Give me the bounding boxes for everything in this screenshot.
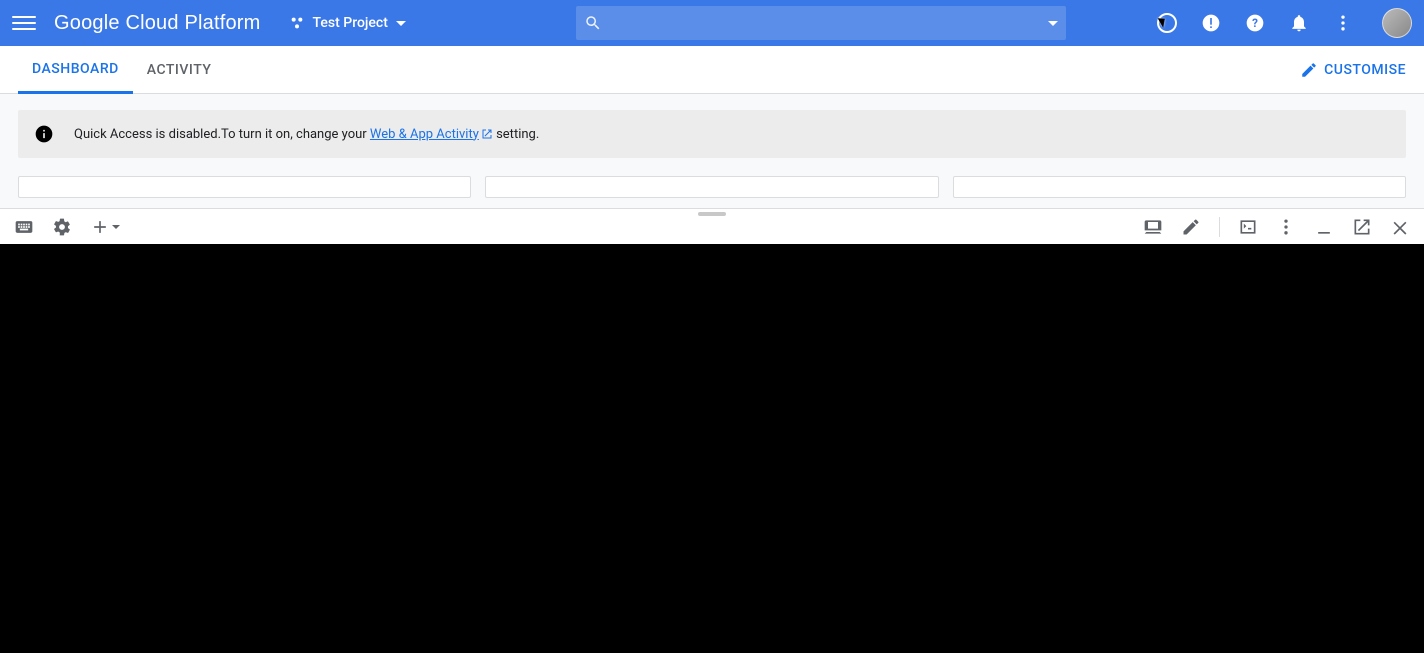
project-selector[interactable]: Test Project	[279, 9, 416, 37]
dashboard-card[interactable]	[485, 176, 938, 198]
search-input[interactable]	[610, 15, 1040, 31]
open-new-window-button[interactable]	[1352, 217, 1372, 237]
more-vert-icon	[1276, 217, 1296, 237]
chevron-down-icon	[396, 21, 406, 26]
top-header: Google Cloud Platform Test Project ?	[0, 0, 1424, 46]
close-icon	[1390, 217, 1410, 237]
cloud-shell-button[interactable]	[1156, 12, 1178, 34]
settings-button[interactable]	[52, 217, 72, 237]
search-dropdown-icon[interactable]	[1048, 21, 1058, 26]
dashboard-cards	[18, 176, 1406, 198]
search-icon	[584, 14, 602, 32]
banner-text-after: setting.	[493, 127, 539, 142]
laptop-icon	[1143, 217, 1163, 237]
bell-icon	[1289, 13, 1309, 33]
more-vert-icon	[1333, 13, 1353, 33]
search-box[interactable]	[576, 6, 1066, 40]
dashboard-card[interactable]	[953, 176, 1406, 198]
alerts-button[interactable]	[1200, 12, 1222, 34]
account-avatar[interactable]	[1382, 8, 1412, 38]
project-icon	[289, 15, 305, 31]
shell-more-button[interactable]	[1276, 217, 1296, 237]
dashboard-content: Quick Access is disabled.To turn it on, …	[0, 94, 1424, 208]
alert-icon	[1201, 13, 1221, 33]
banner-text-before: Quick Access is disabled.To turn it on, …	[74, 127, 370, 142]
minimize-button[interactable]	[1314, 217, 1334, 237]
keyboard-button[interactable]	[14, 217, 34, 237]
header-icons: ?	[1156, 8, 1412, 38]
more-button[interactable]	[1332, 12, 1354, 34]
menu-icon[interactable]	[12, 11, 36, 35]
terminal-box-icon	[1238, 217, 1258, 237]
svg-text:?: ?	[1252, 16, 1258, 30]
web-preview-button[interactable]	[1143, 217, 1163, 237]
info-icon	[34, 124, 54, 144]
pencil-icon	[1181, 217, 1201, 237]
session-info-button[interactable]	[1238, 217, 1258, 237]
external-link-icon	[481, 128, 493, 140]
open-editor-button[interactable]	[1181, 217, 1201, 237]
new-tab-button[interactable]	[90, 217, 120, 237]
keyboard-icon	[14, 217, 34, 237]
help-button[interactable]: ?	[1244, 12, 1266, 34]
tabs-row: DASHBOARD ACTIVITY CUSTOMISE	[0, 46, 1424, 94]
cloud-shell-icon	[1157, 13, 1177, 33]
notifications-button[interactable]	[1288, 12, 1310, 34]
pencil-icon	[1300, 61, 1318, 79]
quick-access-banner: Quick Access is disabled.To turn it on, …	[18, 110, 1406, 158]
web-app-activity-link[interactable]: Web & App Activity	[370, 127, 493, 142]
chevron-down-icon	[112, 225, 120, 229]
cloud-shell-toolbar	[0, 208, 1424, 244]
gear-icon	[52, 217, 72, 237]
project-name: Test Project	[313, 15, 388, 31]
open-in-new-icon	[1352, 217, 1372, 237]
tab-dashboard[interactable]: DASHBOARD	[18, 46, 133, 94]
product-logo[interactable]: Google Cloud Platform	[54, 12, 261, 35]
minimize-icon	[1314, 217, 1334, 237]
customise-label: CUSTOMISE	[1324, 62, 1406, 78]
plus-icon	[90, 217, 110, 237]
banner-text: Quick Access is disabled.To turn it on, …	[74, 127, 539, 142]
dashboard-card[interactable]	[18, 176, 471, 198]
customise-button[interactable]: CUSTOMISE	[1300, 46, 1406, 93]
cloud-shell-terminal[interactable]	[0, 244, 1424, 653]
tab-activity[interactable]: ACTIVITY	[133, 46, 226, 93]
drag-handle[interactable]	[698, 212, 726, 216]
separator	[1219, 217, 1220, 237]
help-icon: ?	[1245, 13, 1265, 33]
close-button[interactable]	[1390, 217, 1410, 237]
